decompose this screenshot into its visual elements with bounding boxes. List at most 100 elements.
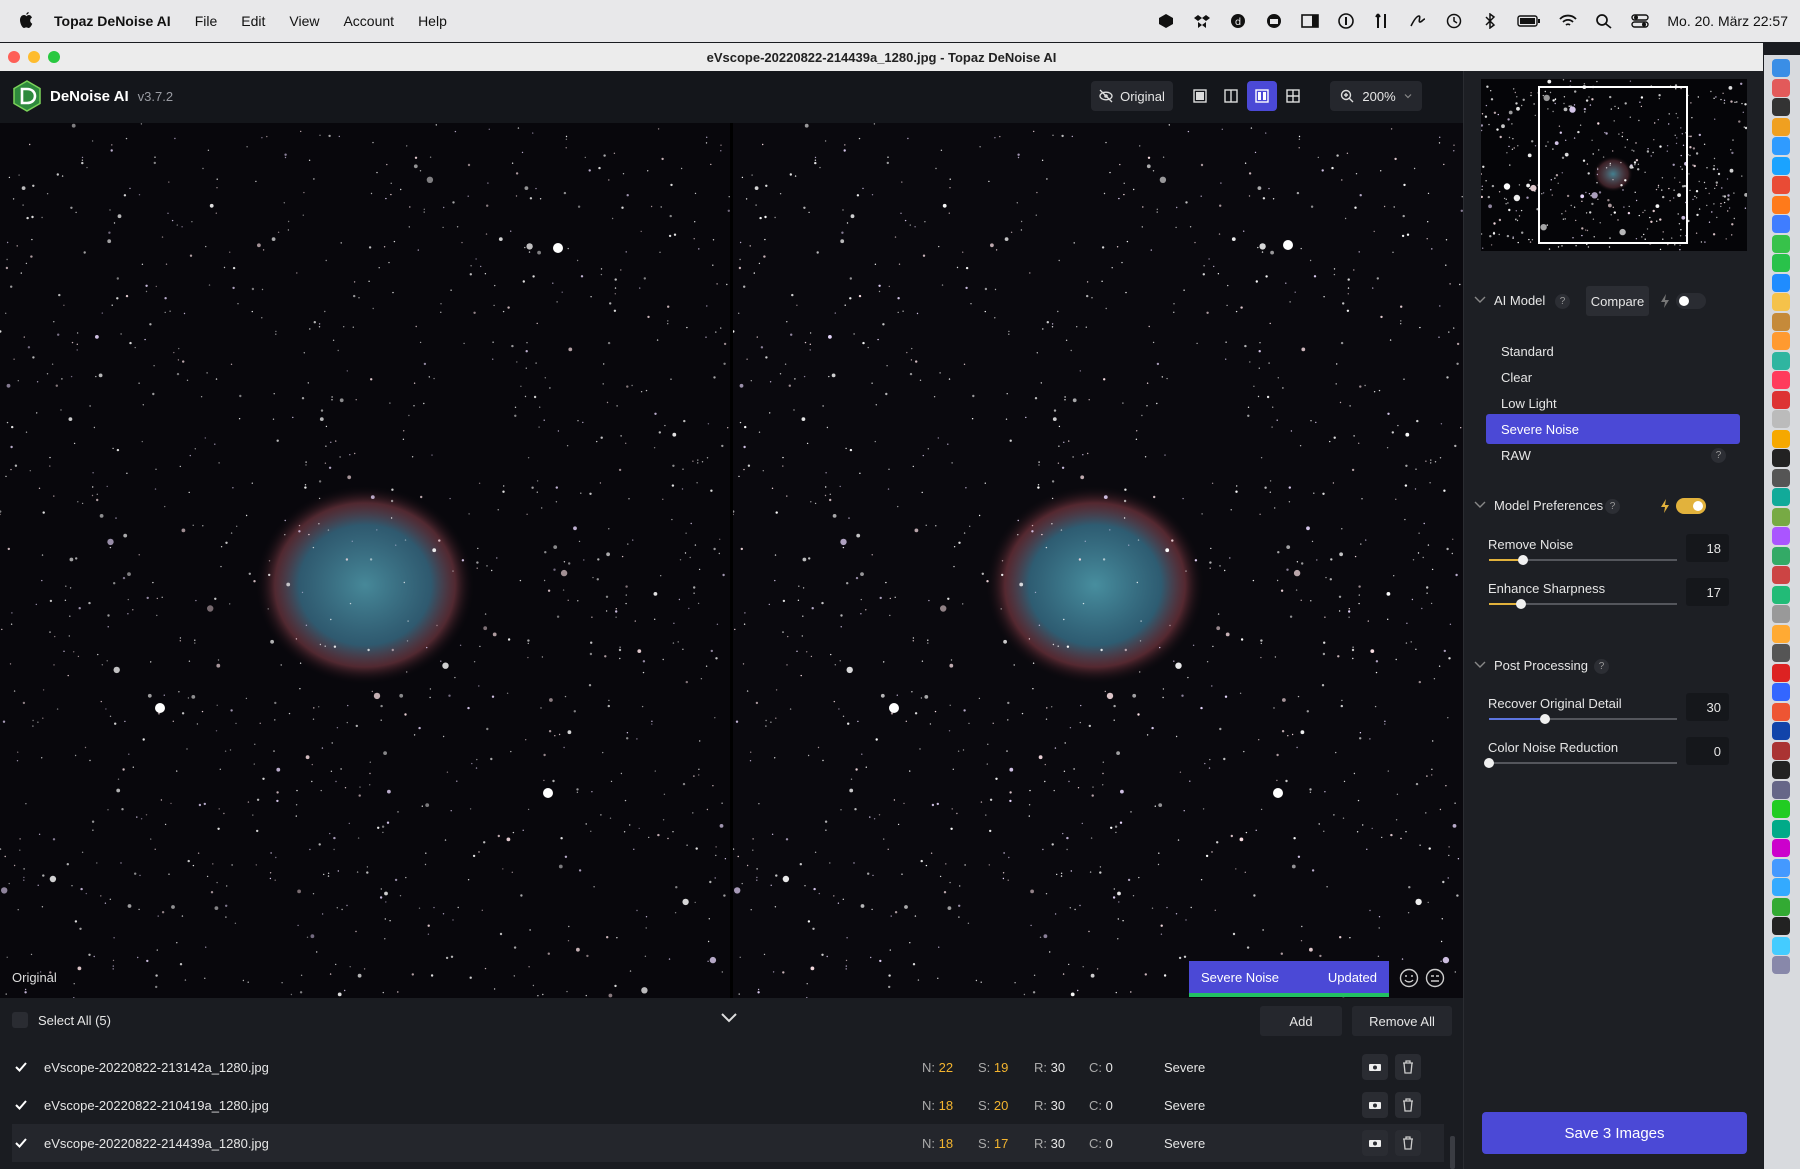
minimize-window-button[interactable] (28, 51, 40, 63)
dock-app-icon[interactable] (1772, 449, 1790, 467)
menubar-clock[interactable]: Mo. 20. März 22:57 (1667, 13, 1788, 29)
menu-app-name[interactable]: Topaz DeNoise AI (54, 13, 171, 29)
navigator-thumbnail[interactable] (1481, 79, 1747, 251)
file-row-selected[interactable]: eVscope-20220822-214439a_1280.jpg N: 18 … (12, 1124, 1444, 1162)
save-images-button[interactable]: Save 3 Images (1482, 1112, 1747, 1154)
select-all-label[interactable]: Select All (5) (38, 1013, 111, 1028)
dock-app-icon[interactable] (1772, 936, 1790, 955)
control-center-icon[interactable] (1631, 13, 1650, 29)
dock-app-icon[interactable] (1772, 546, 1790, 565)
dock-app-icon[interactable] (1772, 59, 1790, 77)
remove-noise-slider[interactable] (1489, 555, 1677, 565)
file-row[interactable]: eVscope-20220822-213142a_1280.jpg N: 22 … (12, 1048, 1444, 1086)
dropbox-icon[interactable] (1193, 13, 1211, 29)
post-processing-header[interactable]: Post Processing ? (1464, 651, 1763, 681)
dock-app-icon[interactable] (1772, 176, 1790, 194)
tools-icon[interactable] (1373, 13, 1391, 29)
dock-app-icon[interactable] (1772, 683, 1790, 701)
dock-app-icon[interactable] (1772, 956, 1790, 974)
color-noise-slider[interactable] (1484, 758, 1677, 768)
preview-file-button[interactable] (1362, 1130, 1388, 1156)
dock-app-icon[interactable] (1772, 117, 1790, 136)
slider-handle[interactable] (1517, 555, 1528, 565)
dock-app-icon[interactable] (1772, 468, 1790, 487)
split-view-button[interactable] (1216, 81, 1246, 111)
dock-app-icon[interactable] (1772, 780, 1790, 799)
autopilot-toggle-ai-model[interactable] (1676, 293, 1706, 309)
dock-app-icon[interactable] (1772, 722, 1790, 740)
d-app-icon[interactable]: d (1229, 13, 1247, 29)
dock-app-icon[interactable] (1772, 371, 1790, 389)
dock-app-icon[interactable] (1772, 137, 1790, 155)
menu-help[interactable]: Help (418, 13, 447, 29)
dock-app-icon[interactable] (1772, 78, 1790, 97)
processed-image-pane[interactable] (733, 123, 1463, 998)
original-image-pane[interactable]: Original (0, 123, 730, 998)
1password-icon[interactable] (1337, 13, 1355, 29)
delete-file-button[interactable] (1395, 1054, 1421, 1080)
model-option-raw[interactable]: RAW? (1486, 440, 1740, 470)
bluetooth-icon[interactable] (1481, 13, 1499, 29)
help-icon[interactable]: ? (1555, 294, 1570, 309)
apple-icon[interactable] (18, 12, 34, 30)
spotlight-search-icon[interactable] (1595, 13, 1613, 29)
dock-app-icon[interactable] (1772, 351, 1790, 370)
quad-view-button[interactable] (1278, 81, 1308, 111)
neutral-feedback-icon[interactable] (1425, 968, 1445, 988)
color-noise-value[interactable]: 0 (1686, 737, 1729, 765)
dock-app-icon[interactable] (1772, 819, 1790, 838)
dock-app-icon[interactable] (1772, 156, 1790, 175)
dock-app-icon[interactable] (1772, 858, 1790, 877)
file-row[interactable]: eVscope-20220822-210419a_1280.jpg N: 18 … (12, 1086, 1444, 1124)
dock-app-icon[interactable] (1772, 488, 1790, 506)
slider-handle[interactable] (1484, 758, 1494, 768)
dock-app-icon[interactable] (1772, 254, 1790, 272)
filelist-scrollbar[interactable] (1450, 1136, 1455, 1169)
help-icon[interactable]: ? (1711, 448, 1726, 463)
dock-app-icon[interactable] (1772, 624, 1790, 643)
menu-file[interactable]: File (195, 13, 218, 29)
slider-handle[interactable] (1540, 714, 1551, 724)
dock-app-icon[interactable] (1772, 917, 1790, 935)
dock-app-icon[interactable] (1772, 897, 1790, 916)
robot-app-icon[interactable] (1265, 13, 1283, 29)
dock-app-icon[interactable] (1772, 839, 1790, 857)
dock-app-icon[interactable] (1772, 273, 1790, 292)
smiley-feedback-icon[interactable] (1399, 968, 1419, 988)
hexagon-app-icon[interactable] (1157, 13, 1175, 29)
help-icon[interactable]: ? (1594, 659, 1609, 674)
time-machine-icon[interactable] (1445, 13, 1463, 29)
delete-file-button[interactable] (1395, 1092, 1421, 1118)
menu-view[interactable]: View (289, 13, 319, 29)
preview-file-button[interactable] (1362, 1092, 1388, 1118)
menu-account[interactable]: Account (343, 13, 394, 29)
signature-icon[interactable] (1409, 13, 1427, 29)
file-checkbox[interactable] (12, 1096, 30, 1114)
compare-button[interactable]: Compare (1586, 286, 1649, 316)
zoom-dropdown[interactable]: 200% (1330, 81, 1422, 111)
window-titlebar[interactable]: eVscope-20220822-214439a_1280.jpg - Topa… (0, 43, 1763, 71)
collapse-filelist-icon[interactable] (720, 1011, 738, 1025)
show-original-button[interactable]: Original (1091, 81, 1173, 111)
dock-app-icon[interactable] (1772, 215, 1790, 233)
side-by-side-view-button[interactable] (1247, 81, 1277, 111)
recover-detail-value[interactable]: 30 (1686, 693, 1729, 721)
dock-app-icon[interactable] (1772, 605, 1790, 623)
ai-model-header[interactable]: AI Model ? Compare (1464, 286, 1763, 316)
autopilot-toggle-preferences[interactable] (1676, 498, 1706, 514)
dock-app-icon[interactable] (1772, 293, 1790, 311)
close-window-button[interactable] (8, 51, 20, 63)
help-icon[interactable]: ? (1605, 499, 1620, 514)
file-checkbox[interactable] (12, 1134, 30, 1152)
dock-app-icon[interactable] (1772, 410, 1790, 428)
add-button[interactable]: Add (1260, 1006, 1342, 1036)
remove-all-button[interactable]: Remove All (1352, 1006, 1452, 1036)
dock-app-icon[interactable] (1772, 566, 1790, 584)
preview-file-button[interactable] (1362, 1054, 1388, 1080)
enhance-sharpness-value[interactable]: 17 (1686, 578, 1729, 606)
dock-app-icon[interactable] (1772, 741, 1790, 760)
battery-icon[interactable] (1517, 13, 1541, 29)
dock-app-icon[interactable] (1772, 702, 1790, 721)
dock-app-icon[interactable] (1772, 234, 1790, 253)
dock-app-icon[interactable] (1772, 800, 1790, 818)
